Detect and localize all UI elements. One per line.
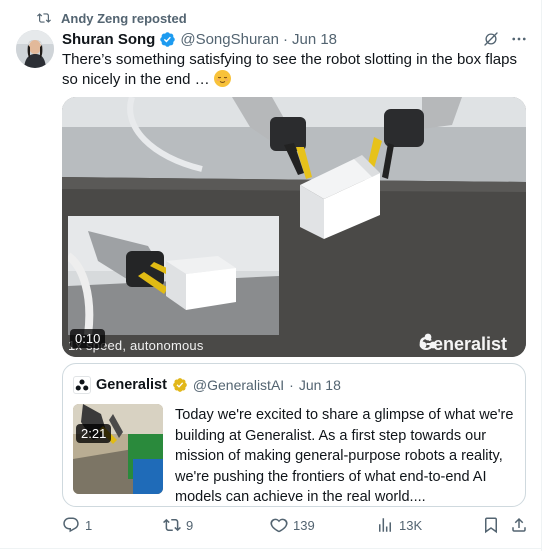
grok-icon[interactable] bbox=[482, 30, 500, 48]
generalist-watermark: Generalist bbox=[419, 333, 507, 355]
action-bar: 1 9 139 13K bbox=[62, 516, 532, 534]
repost-icon bbox=[163, 518, 181, 532]
quoted-date[interactable]: Jun 18 bbox=[299, 377, 341, 393]
bookmark-icon bbox=[485, 517, 497, 534]
video-inset bbox=[68, 216, 279, 335]
video-player[interactable]: 1x speed, autonomous 0:10 Generalist bbox=[62, 97, 526, 357]
tweet-divider bbox=[0, 548, 541, 549]
more-options-icon[interactable] bbox=[510, 30, 528, 48]
quoted-video-thumbnail[interactable] bbox=[73, 404, 163, 494]
avatar[interactable] bbox=[16, 30, 54, 68]
quoted-tweet-header: Generalist @GeneralistAI · Jun 18 bbox=[73, 375, 341, 395]
quoted-video-duration: 2:21 bbox=[76, 424, 112, 443]
quoted-tweet-text: Today we're excited to share a glimpse o… bbox=[175, 407, 514, 505]
separator: · bbox=[289, 377, 294, 393]
repost-context[interactable]: Andy Zeng reposted bbox=[37, 10, 187, 26]
tweet-text: There’s something satisfying to see the … bbox=[62, 50, 522, 90]
relieved-face-icon bbox=[213, 70, 231, 87]
heart-icon bbox=[270, 518, 288, 533]
repost-count: 9 bbox=[186, 517, 194, 533]
verified-org-badge-icon[interactable] bbox=[172, 377, 188, 393]
quoted-author-name[interactable]: Generalist bbox=[96, 377, 167, 393]
repost-label: Andy Zeng reposted bbox=[61, 10, 187, 26]
quoted-handle[interactable]: @GeneralistAI bbox=[193, 377, 284, 393]
tweet-header: Shuran Song @SongShuran · Jun 18 bbox=[62, 30, 337, 48]
share-button[interactable] bbox=[510, 516, 528, 534]
share-icon bbox=[512, 517, 526, 532]
tweet-card[interactable]: Andy Zeng reposted Shuran Song @SongShur… bbox=[0, 0, 553, 551]
like-count: 139 bbox=[293, 517, 315, 533]
reply-count: 1 bbox=[85, 517, 93, 533]
avatar-photo bbox=[16, 30, 54, 68]
generalist-logo-icon bbox=[75, 379, 89, 391]
tweet-body: There’s something satisfying to see the … bbox=[62, 51, 517, 88]
reply-button[interactable]: 1 bbox=[62, 516, 92, 534]
like-button[interactable]: 139 bbox=[270, 516, 315, 534]
generalist-avatar[interactable] bbox=[73, 376, 91, 394]
views-button[interactable]: 13K bbox=[376, 516, 422, 534]
author-handle[interactable]: @SongShuran bbox=[180, 31, 279, 48]
column-divider bbox=[541, 0, 542, 551]
repost-button[interactable]: 9 bbox=[163, 516, 193, 534]
thumbnail-image bbox=[73, 404, 163, 494]
repost-icon bbox=[37, 13, 51, 23]
bookmark-button[interactable] bbox=[482, 516, 500, 534]
separator: · bbox=[282, 30, 288, 48]
quoted-tweet[interactable]: Generalist @GeneralistAI · Jun 18 2:21 T… bbox=[62, 363, 526, 507]
author-name[interactable]: Shuran Song bbox=[62, 31, 155, 48]
view-count: 13K bbox=[399, 517, 423, 533]
generalist-logo-icon bbox=[419, 333, 437, 349]
video-duration: 0:10 bbox=[70, 329, 106, 348]
verified-badge-icon[interactable] bbox=[159, 31, 176, 48]
analytics-icon bbox=[379, 518, 391, 532]
tweet-date[interactable]: Jun 18 bbox=[292, 31, 337, 48]
reply-icon bbox=[63, 517, 79, 533]
